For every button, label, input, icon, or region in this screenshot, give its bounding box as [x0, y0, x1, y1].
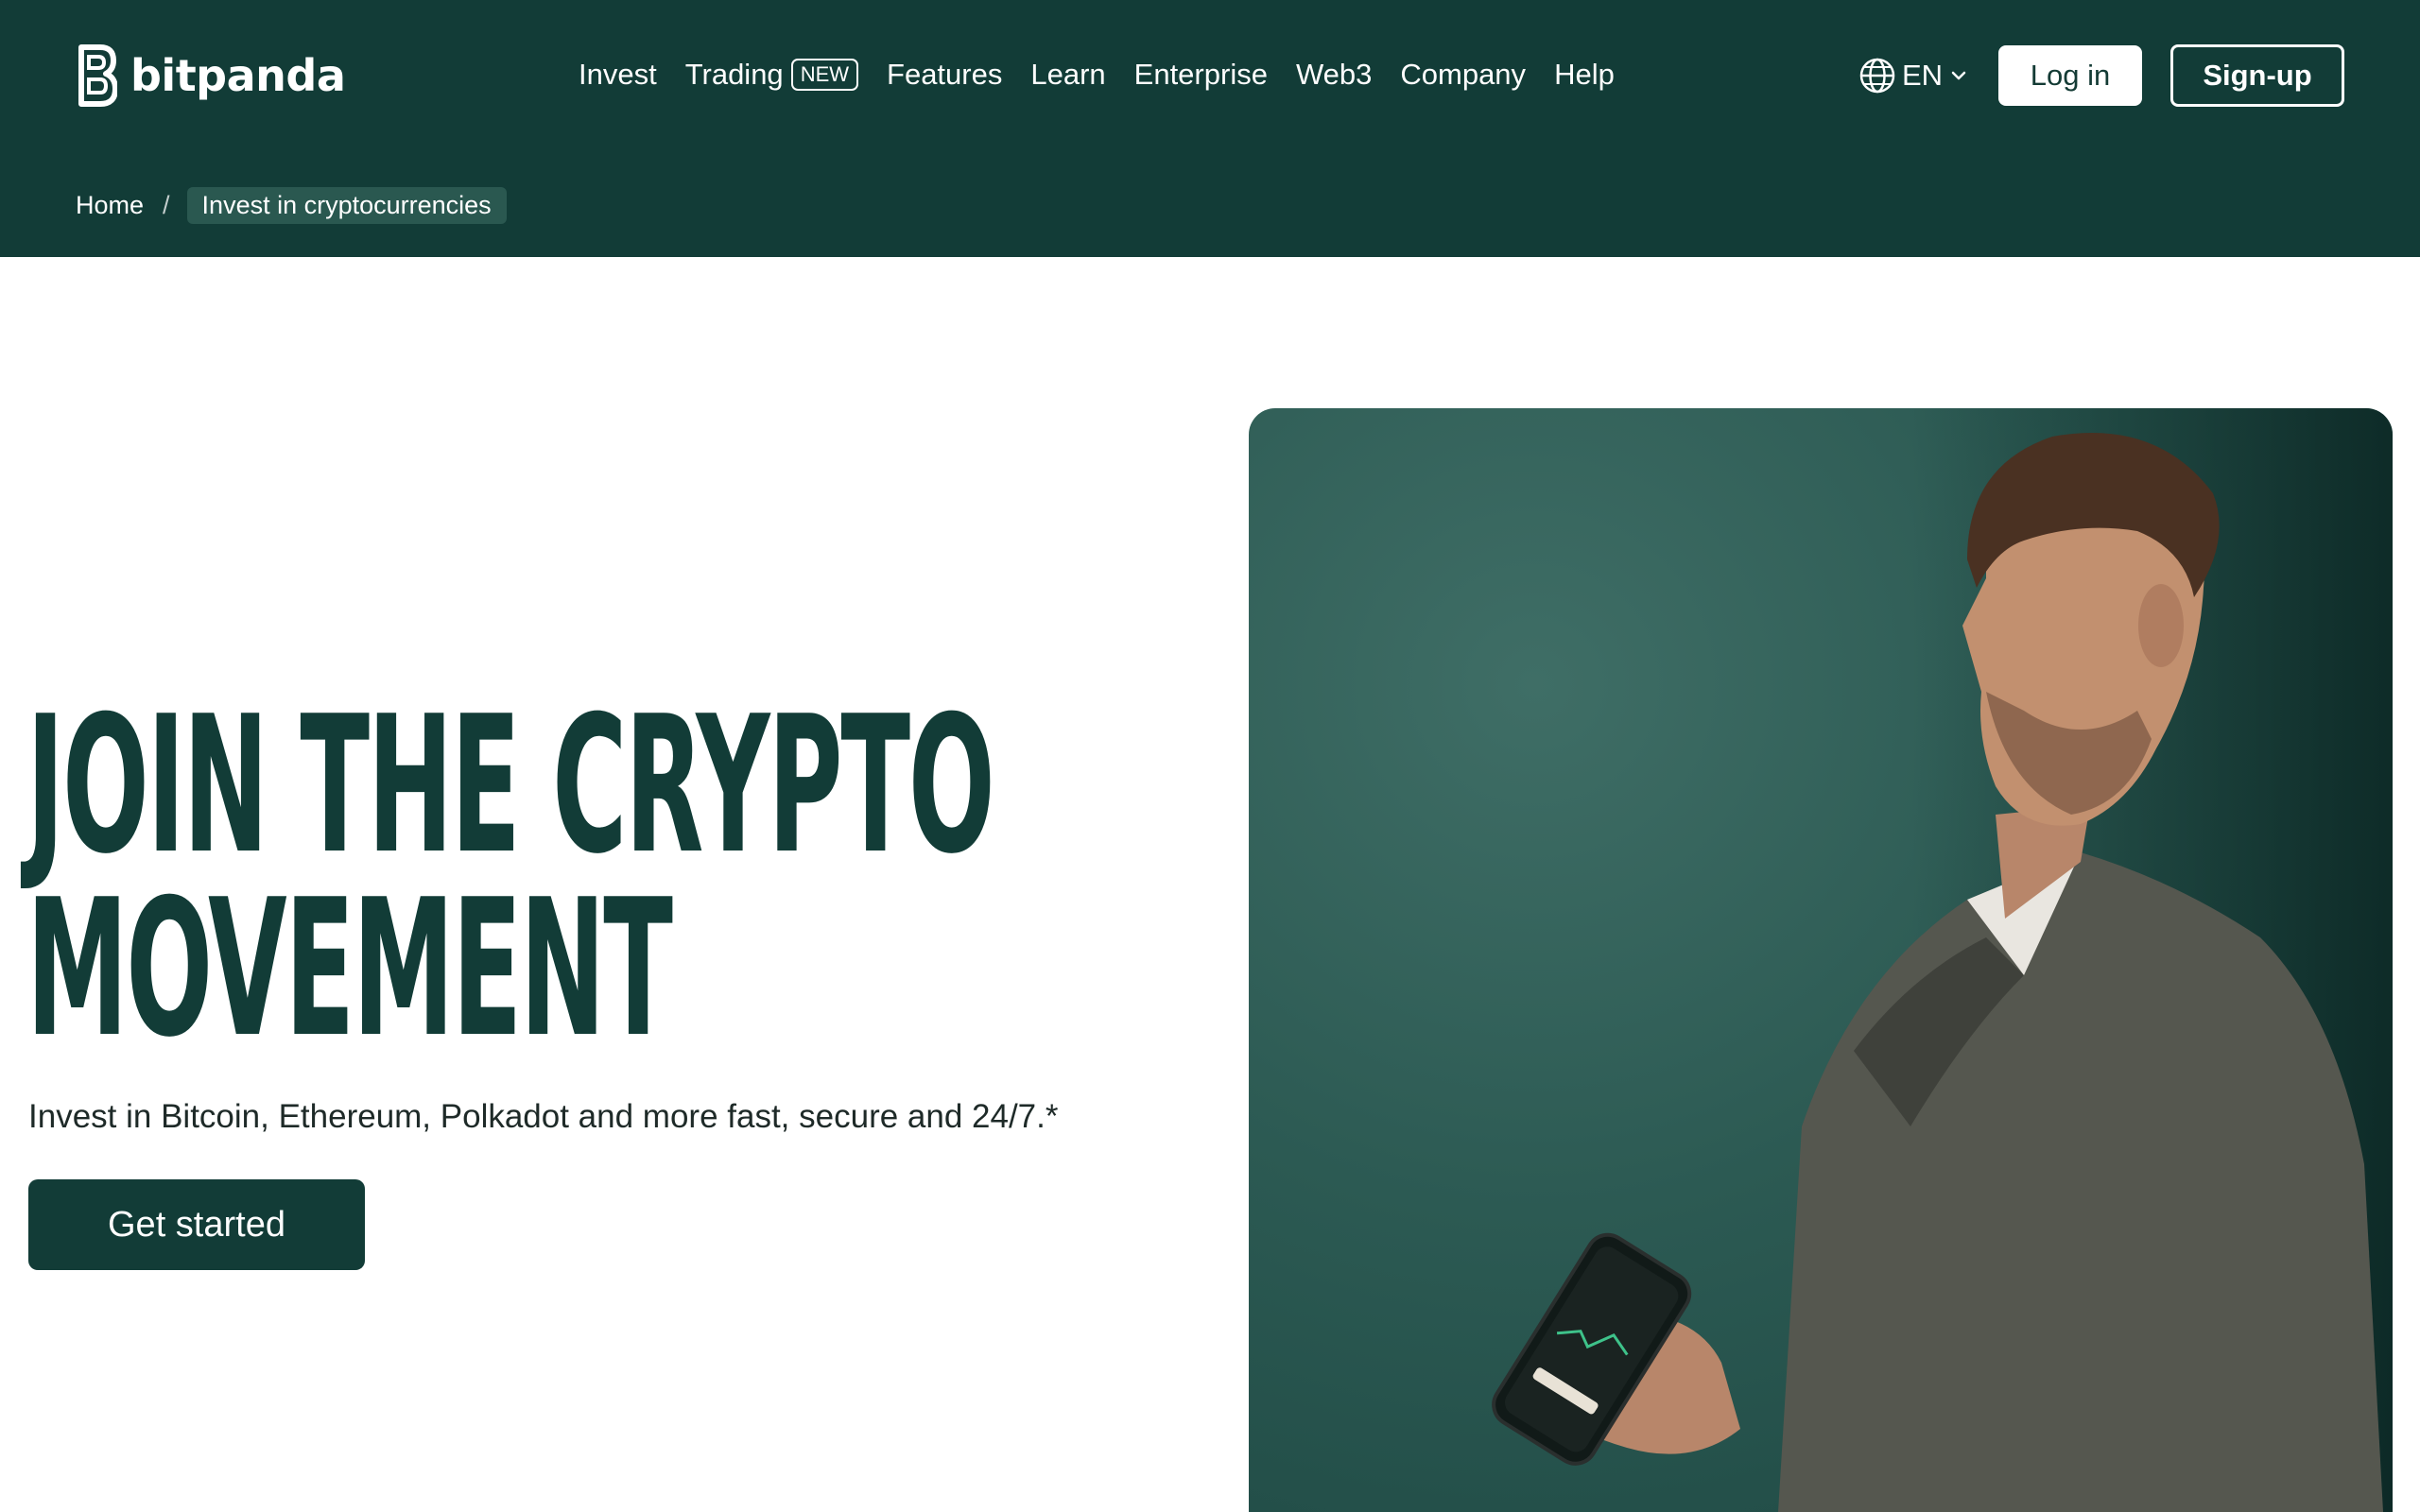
logo-wordmark: bitpanda: [130, 50, 346, 101]
language-code: EN: [1902, 59, 1944, 92]
nav-item-company[interactable]: Company: [1400, 58, 1526, 92]
hero-title: JOIN THE CRYPTO MOVEMENT: [26, 676, 995, 1079]
get-started-button[interactable]: Get started: [28, 1179, 365, 1270]
hero-title-line-1: JOIN THE CRYPTO: [26, 676, 995, 896]
hero-subtitle: Invest in Bitcoin, Ethereum, Polkadot an…: [28, 1098, 1059, 1135]
hero-title-line-2: MOVEMENT: [26, 859, 673, 1079]
login-button[interactable]: Log in: [1998, 45, 2142, 106]
globe-icon: [1859, 58, 1895, 94]
nav-item-features[interactable]: Features: [887, 58, 1002, 92]
breadcrumb-current: Invest in cryptocurrencies: [186, 186, 507, 224]
nav-item-trading[interactable]: Trading NEW: [684, 58, 859, 92]
breadcrumb: Home / Invest in cryptocurrencies: [76, 185, 507, 225]
breadcrumb-home[interactable]: Home: [76, 191, 144, 220]
new-badge: NEW: [790, 59, 859, 91]
bitpanda-logo-icon: [78, 44, 117, 107]
signup-button[interactable]: Sign-up: [2170, 44, 2344, 107]
bitpanda-logo[interactable]: bitpanda: [76, 42, 346, 110]
hero-photo: [1249, 408, 2393, 1512]
language-selector[interactable]: EN: [1858, 55, 1967, 96]
nav-item-invest[interactable]: Invest: [579, 58, 657, 92]
man-with-phone-illustration: [1492, 408, 2393, 1512]
nav-item-trading-label: Trading: [684, 58, 784, 91]
site-header: bitpanda Invest Trading NEW Features Lea…: [0, 0, 2420, 257]
breadcrumb-separator: /: [163, 190, 170, 219]
nav-item-learn[interactable]: Learn: [1030, 58, 1105, 92]
nav-item-help[interactable]: Help: [1554, 58, 1615, 92]
main-nav: Invest Trading NEW Features Learn Enterp…: [579, 49, 1643, 100]
nav-item-web3[interactable]: Web3: [1296, 58, 1372, 92]
chevron-down-icon: [1951, 71, 1966, 80]
nav-item-enterprise[interactable]: Enterprise: [1134, 58, 1268, 92]
